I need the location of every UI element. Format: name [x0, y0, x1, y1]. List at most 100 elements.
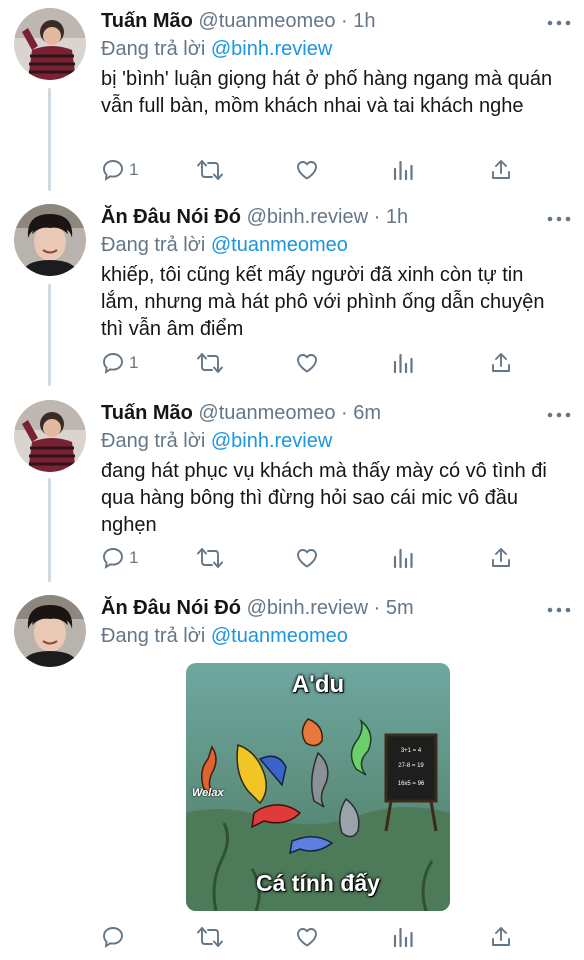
tweet-text: đang hát phục vụ khách mà thấy mày có vô…: [101, 460, 547, 536]
display-name[interactable]: Ăn Đâu Nói Đó: [101, 206, 241, 228]
timestamp[interactable]: 1h: [386, 206, 408, 228]
analytics-button[interactable]: [392, 543, 414, 573]
share-button[interactable]: [489, 543, 513, 573]
separator-dot: ·: [341, 402, 348, 424]
chalkboard-line: 27-8 = 19: [398, 763, 424, 769]
more-options-button[interactable]: [546, 402, 572, 428]
display-name[interactable]: Tuấn Mão: [101, 402, 193, 424]
user-handle[interactable]: @binh.review: [247, 206, 368, 228]
more-options-button[interactable]: [546, 10, 572, 36]
replying-to: Đang trả lời @binh.review: [101, 36, 332, 62]
reply-button[interactable]: [101, 922, 129, 952]
comment-icon: [103, 160, 123, 181]
share-icon: [492, 160, 510, 179]
display-name[interactable]: Tuấn Mão: [101, 10, 193, 32]
tweet-actions: 1: [101, 543, 521, 573]
retweet-icon: [197, 548, 223, 568]
tweet[interactable]: Tuấn Mão @tuanmeomeo · 6m Đang trả lời @…: [0, 392, 584, 582]
user-handle[interactable]: @tuanmeomeo: [198, 402, 335, 424]
chalkboard-line: 3+1 = 4: [401, 748, 422, 754]
replying-to: Đang trả lời @tuanmeomeo: [101, 623, 348, 649]
reply-button[interactable]: 1: [101, 543, 138, 573]
replying-to: Đang trả lời @binh.review: [101, 428, 332, 454]
separator-dot: ·: [373, 206, 381, 228]
analytics-button[interactable]: [392, 155, 414, 185]
analytics-icon: [393, 160, 413, 181]
chalkboard-line: 16x5 = 96: [398, 781, 425, 787]
mention-link[interactable]: @binh.review: [211, 430, 332, 452]
reply-count: 1: [129, 548, 139, 567]
user-handle[interactable]: @binh.review: [247, 597, 368, 619]
meme-caption-bottom: Cá tính đấy: [256, 870, 380, 896]
analytics-button[interactable]: [392, 348, 414, 378]
retweet-button[interactable]: [197, 348, 223, 378]
heart-icon: [297, 549, 317, 568]
tweet[interactable]: Tuấn Mão @tuanmeomeo · 1h Đang trả lời @…: [0, 0, 584, 190]
like-button[interactable]: [295, 348, 319, 378]
mention-link[interactable]: @tuanmeomeo: [211, 234, 348, 256]
heart-icon: [297, 161, 317, 180]
more-options-button[interactable]: [546, 597, 572, 623]
like-button[interactable]: [295, 543, 319, 573]
like-button[interactable]: [295, 922, 319, 952]
replying-to: Đang trả lời @tuanmeomeo: [101, 232, 348, 258]
separator-dot: ·: [341, 10, 348, 32]
more-dots-icon: [547, 412, 571, 418]
attached-media-image[interactable]: 3+1 = 4 27-8 = 19 16x5 = 96 A'du Welax C…: [186, 663, 450, 911]
replying-to-label: Đang trả lời: [101, 430, 206, 452]
analytics-icon: [393, 548, 413, 569]
heart-icon: [297, 928, 317, 947]
retweet-icon: [197, 353, 223, 373]
retweet-button[interactable]: [197, 155, 223, 185]
share-icon: [492, 548, 510, 567]
replying-to-label: Đang trả lời: [101, 38, 206, 60]
timestamp[interactable]: 1h: [353, 10, 375, 32]
timestamp[interactable]: 6m: [353, 402, 381, 424]
watermark-logo: Welax: [192, 787, 224, 799]
retweet-icon: [197, 160, 223, 180]
replying-to-label: Đang trả lời: [101, 625, 206, 647]
more-dots-icon: [547, 20, 571, 26]
tweet-text: khiếp, tôi cũng kết mấy người đã xinh cò…: [101, 264, 545, 340]
reply-button[interactable]: 1: [101, 348, 138, 378]
retweet-button[interactable]: [197, 543, 223, 573]
retweet-button[interactable]: [197, 922, 223, 952]
share-icon: [492, 927, 510, 946]
avatar[interactable]: [14, 400, 86, 472]
share-button[interactable]: [489, 922, 513, 952]
mention-link[interactable]: @tuanmeomeo: [211, 625, 348, 647]
tweet-actions: 1: [101, 155, 521, 185]
mention-link[interactable]: @binh.review: [211, 38, 332, 60]
avatar-dark-hair-image: [14, 204, 86, 276]
avatar-striped-shirt-image: [14, 400, 86, 472]
display-name[interactable]: Ăn Đâu Nói Đó: [101, 597, 241, 619]
timestamp[interactable]: 5m: [386, 597, 414, 619]
analytics-button[interactable]: [392, 922, 414, 952]
analytics-icon: [393, 353, 413, 374]
tweet-actions: [101, 922, 521, 952]
share-button[interactable]: [489, 348, 513, 378]
tweet-header: Tuấn Mão @tuanmeomeo · 6m: [101, 400, 544, 426]
reply-count: 1: [129, 353, 139, 372]
reply-count: 1: [129, 160, 139, 179]
tweet-actions: 1: [101, 348, 521, 378]
tweet-header: Ăn Đâu Nói Đó @binh.review · 1h: [101, 204, 544, 230]
heart-icon: [297, 354, 317, 373]
tweet[interactable]: Ăn Đâu Nói Đó @binh.review · 1h Đang trả…: [0, 196, 584, 386]
more-dots-icon: [547, 607, 571, 613]
reply-button[interactable]: 1: [101, 155, 138, 185]
share-button[interactable]: [489, 155, 513, 185]
more-dots-icon: [547, 216, 571, 222]
avatar-dark-hair-image: [14, 595, 86, 667]
avatar[interactable]: [14, 595, 86, 667]
more-options-button[interactable]: [546, 206, 572, 232]
tweet-header: Tuấn Mão @tuanmeomeo · 1h: [101, 8, 544, 34]
user-handle[interactable]: @tuanmeomeo: [198, 10, 335, 32]
analytics-icon: [393, 927, 413, 948]
avatar[interactable]: [14, 8, 86, 80]
like-button[interactable]: [295, 155, 319, 185]
retweet-icon: [197, 927, 223, 947]
share-icon: [492, 353, 510, 372]
comment-icon: [103, 548, 123, 569]
avatar[interactable]: [14, 204, 86, 276]
